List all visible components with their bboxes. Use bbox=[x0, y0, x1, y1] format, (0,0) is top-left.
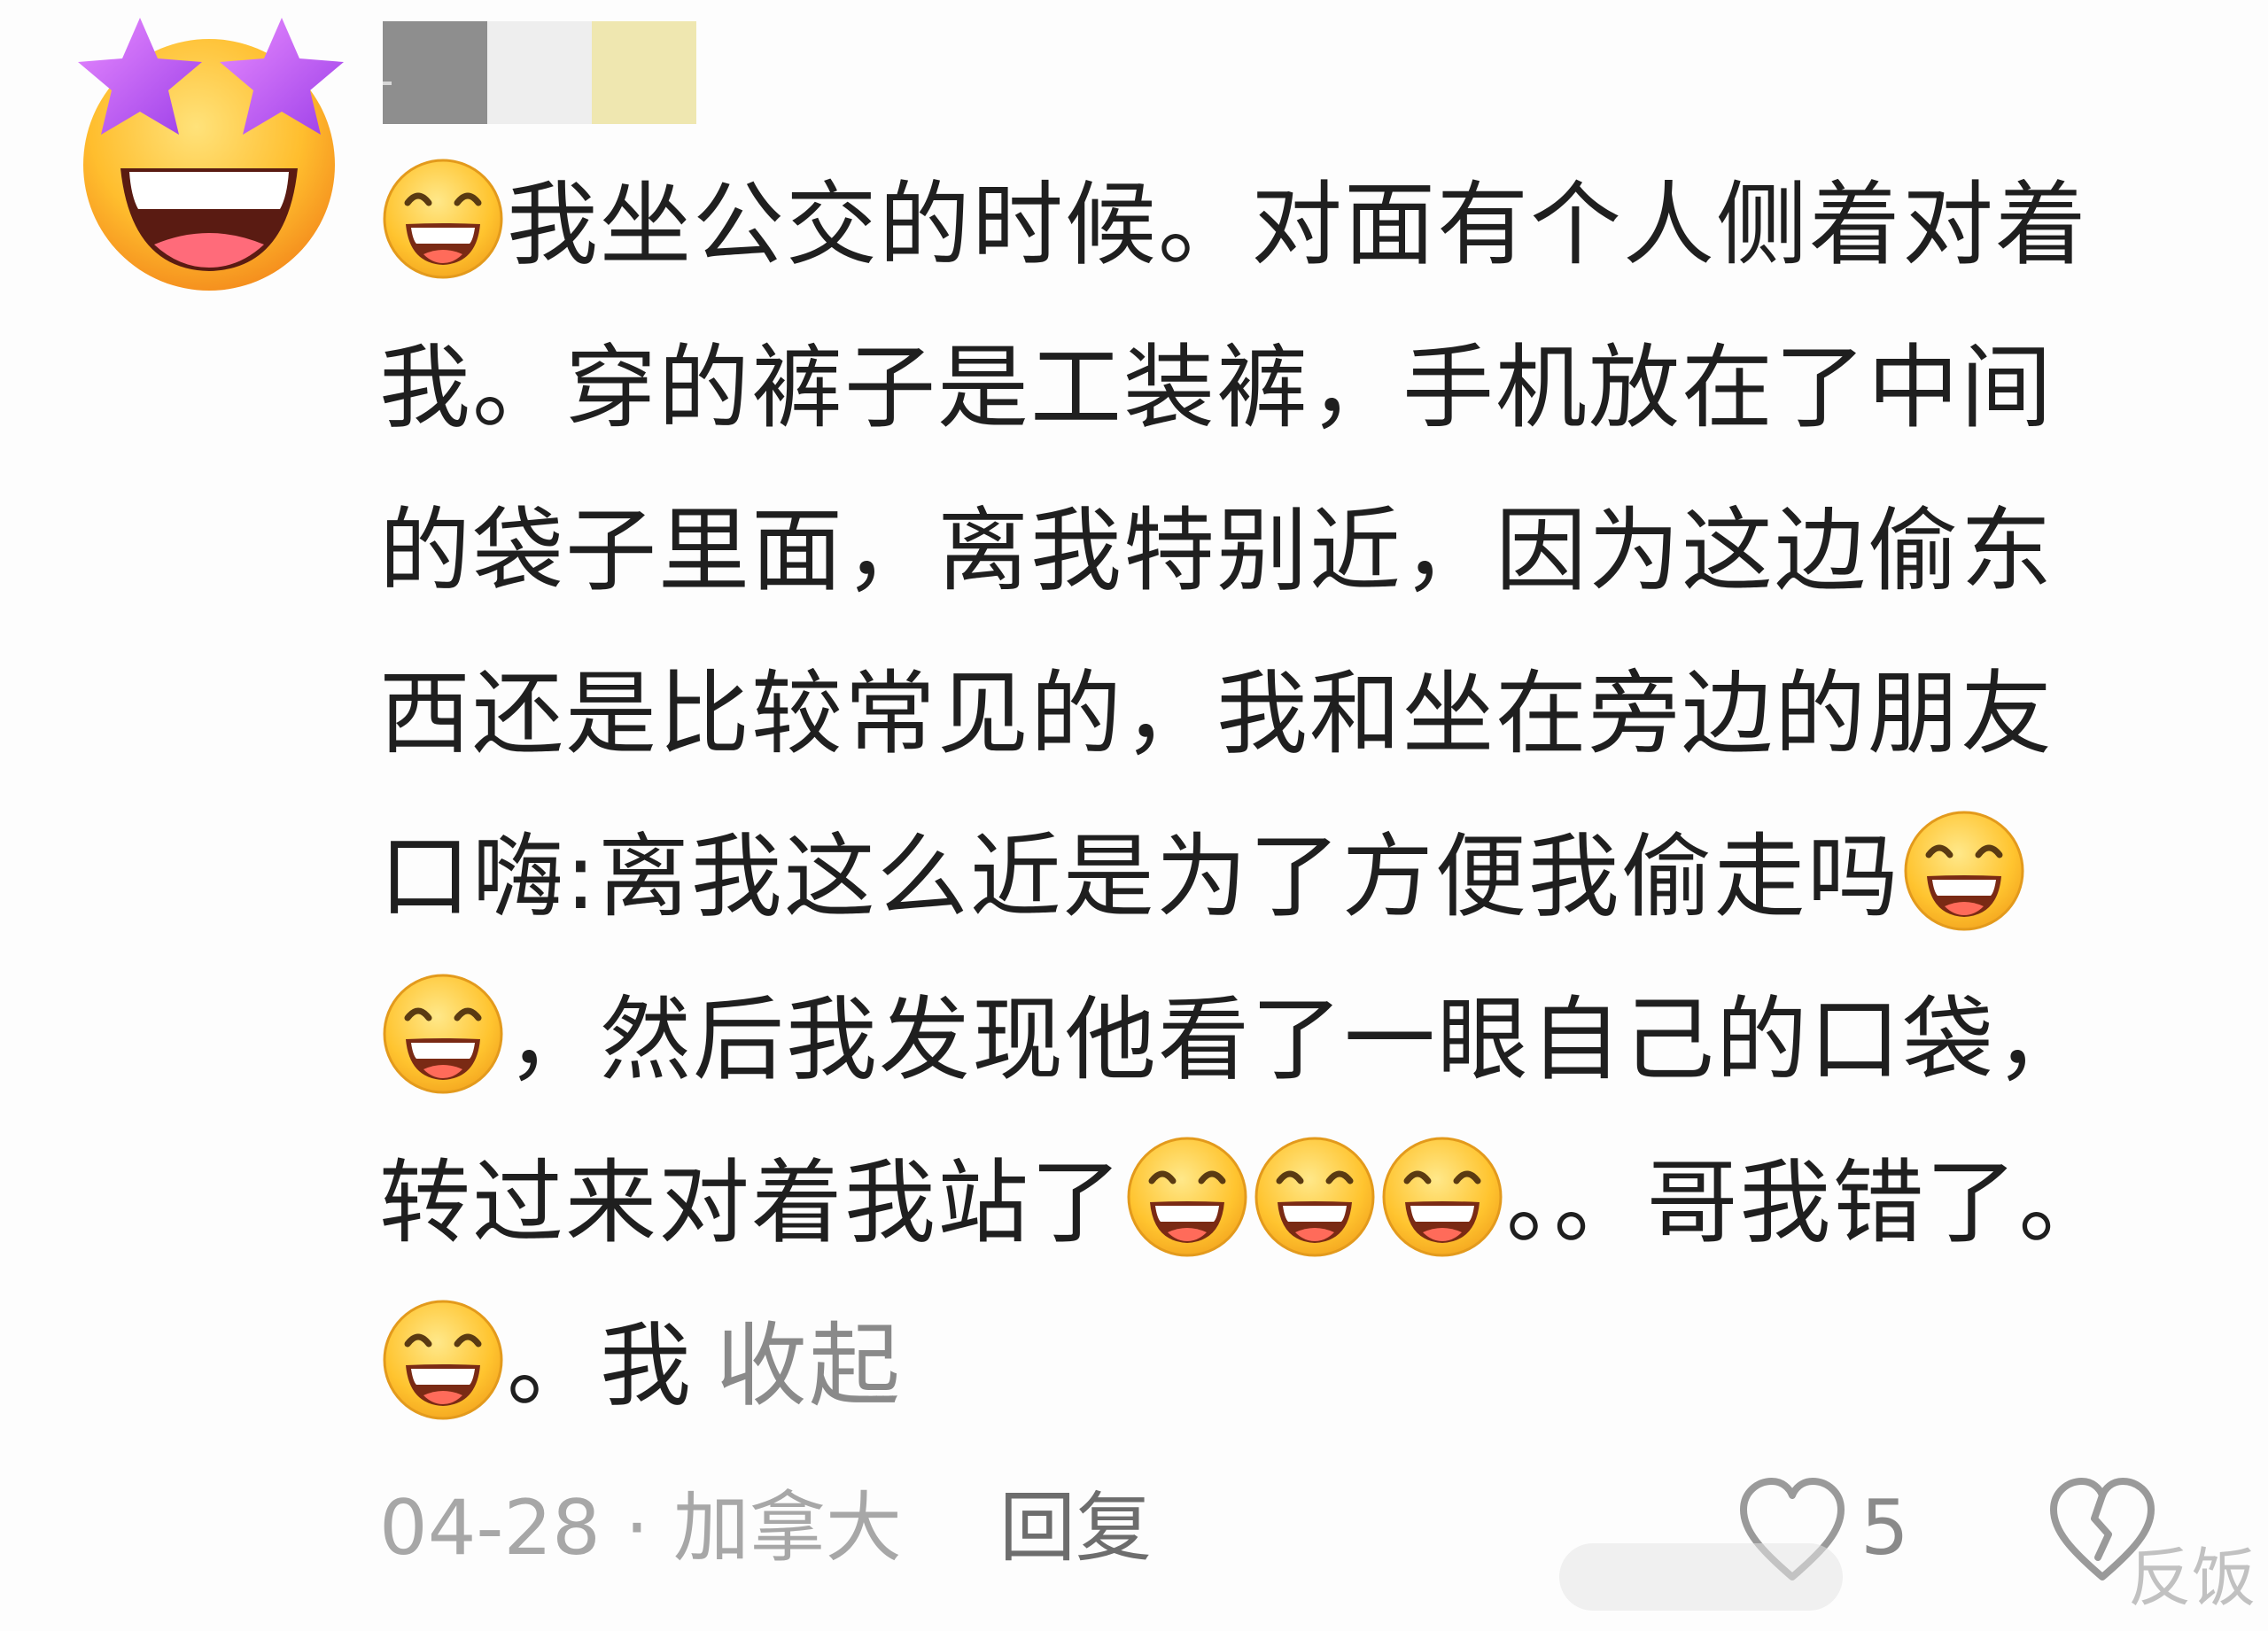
grinning-squint-emoji-icon bbox=[381, 972, 505, 1096]
comment-line-text: 我。穿的裤子是工装裤，手机放在了中间 bbox=[379, 335, 2054, 441]
grinning-squint-emoji-icon bbox=[381, 157, 505, 281]
comment-line: 我。穿的裤子是工装裤，手机放在了中间 bbox=[379, 307, 2169, 470]
comment-line-text: 我坐公交的时候。对面有个人侧着对着 bbox=[507, 172, 2088, 278]
comment-line: 转过来对着我站了 。。哥我错了。 bbox=[379, 1122, 2169, 1285]
watermark-badge bbox=[1559, 1543, 1843, 1611]
comment-line: 口嗨:离我这么近是为了方便我偷走吗 bbox=[379, 796, 2169, 959]
username-censored[interactable] bbox=[383, 21, 696, 124]
collapse-link[interactable]: 收起 bbox=[716, 1313, 902, 1419]
username-block-1 bbox=[383, 21, 487, 124]
user-avatar[interactable] bbox=[55, 12, 363, 296]
comment-location: 加拿大 bbox=[672, 1484, 902, 1573]
comment-line-text: ，然后我发现他看了一眼自己的口袋， bbox=[507, 987, 2088, 1093]
comment-line: ，然后我发现他看了一眼自己的口袋， bbox=[379, 959, 2169, 1122]
username-block-2 bbox=[487, 21, 592, 124]
grinning-squint-emoji-icon bbox=[381, 1298, 505, 1422]
watermark-text: 反饭 bbox=[2127, 1541, 2256, 1615]
username-block-3 bbox=[592, 21, 696, 124]
comment-line: 我坐公交的时候。对面有个人侧着对着 bbox=[379, 144, 2169, 307]
username-divider bbox=[383, 82, 392, 85]
comment-line-text: 西还是比较常见的，我和坐在旁边的朋友 bbox=[379, 661, 2054, 767]
comment-meta: 04-28 · 加拿大 bbox=[379, 1471, 902, 1586]
meta-separator: · bbox=[600, 1484, 673, 1573]
grinning-squint-emoji-icon bbox=[1902, 809, 2026, 933]
comment-line-text: 转过来对着我站了 bbox=[379, 1150, 1123, 1256]
comment-date: 04-28 bbox=[379, 1484, 601, 1573]
comment-card: 我坐公交的时候。对面有个人侧着对着 我。穿的裤子是工装裤，手机放在了中间 的袋子… bbox=[0, 0, 2268, 1631]
comment-line-text: 口嗨:离我这么近是为了方便我偷走吗 bbox=[379, 824, 1900, 930]
watermark: 反饭 bbox=[1559, 1538, 2268, 1618]
comment-line-text: 。我 bbox=[507, 1313, 693, 1419]
reply-button[interactable]: 回复 bbox=[999, 1471, 1152, 1586]
grinning-squint-emoji-icon bbox=[1380, 1135, 1504, 1259]
star-eyes-emoji-icon bbox=[78, 18, 344, 291]
comment-text: 我坐公交的时候。对面有个人侧着对着 我。穿的裤子是工装裤，手机放在了中间 的袋子… bbox=[379, 144, 2169, 1448]
comment-line: 的袋子里面，离我特别近，因为这边偷东 bbox=[379, 470, 2169, 633]
comment-line-text: 的袋子里面，离我特别近，因为这边偷东 bbox=[379, 498, 2054, 604]
comment-line: 西还是比较常见的，我和坐在旁边的朋友 bbox=[379, 633, 2169, 796]
comment-line-text: 。。哥我错了。 bbox=[1506, 1150, 2112, 1256]
grinning-squint-emoji-icon bbox=[1125, 1135, 1249, 1259]
comment-line: 。我 收起 bbox=[379, 1285, 2169, 1448]
grinning-squint-emoji-icon bbox=[1253, 1135, 1377, 1259]
